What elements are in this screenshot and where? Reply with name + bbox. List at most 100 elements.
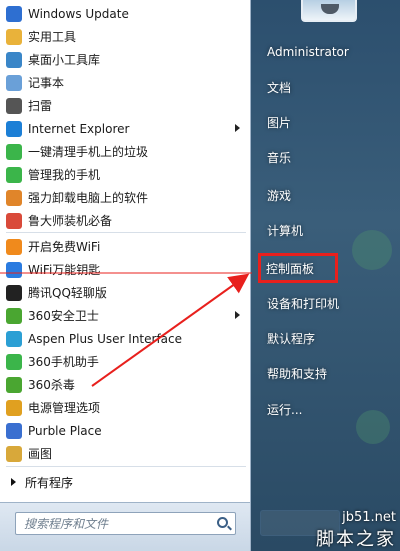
user-picture[interactable] (301, 0, 357, 22)
place-item-label: 音乐 (267, 150, 292, 165)
program-item[interactable]: 360杀毒 (0, 373, 250, 396)
paint-icon (6, 445, 22, 462)
program-item-label: Windows Update (28, 6, 129, 21)
place-item[interactable]: 音乐 (260, 144, 388, 170)
minesweeper-icon (6, 97, 22, 114)
programs-pane: 所有程序 Windows Update 实用工具桌面小工具库 记事本扫雷 Intern… (0, 0, 251, 503)
place-item-label: 运行... (267, 402, 303, 417)
program-item[interactable]: 实用工具 (0, 25, 250, 48)
qq-penguin-icon (6, 284, 22, 301)
program-item[interactable]: 鲁大师装机必备 (0, 209, 250, 232)
internet-explorer-icon (6, 120, 22, 137)
watermark-name: 脚本之家 (316, 529, 396, 550)
search-input[interactable] (16, 513, 211, 534)
program-item-label: Purble Place (28, 423, 102, 438)
purble-place-icon (6, 422, 22, 439)
program-item-label: 实用工具 (28, 30, 77, 44)
gadgets-icon (6, 51, 22, 68)
all-programs-label: 所有程序 (25, 475, 74, 490)
program-item[interactable]: 360手机助手 (0, 350, 250, 373)
program-item[interactable]: WiFi万能钥匙 (0, 258, 250, 281)
program-item-label: 开启免费WiFi (28, 240, 101, 254)
place-item-label: 设备和打印机 (267, 296, 340, 311)
program-item[interactable]: 电源管理选项 (0, 396, 250, 419)
program-item-label: 记事本 (28, 76, 65, 90)
program-item-label: 电源管理选项 (28, 401, 101, 415)
notepad-icon (6, 74, 22, 91)
program-item-label: 360杀毒 (28, 378, 75, 392)
place-item[interactable]: 帮助和支持 (260, 360, 388, 386)
place-item[interactable]: 控制面板 (258, 253, 338, 283)
program-item-label: WiFi万能钥匙 (28, 263, 101, 277)
program-item-label: 强力卸载电脑上的软件 (28, 191, 149, 205)
boat-icon (321, 4, 339, 14)
program-item[interactable]: 桌面小工具库 (0, 48, 250, 71)
power-options-icon (6, 399, 22, 416)
place-item[interactable]: Administrator (260, 39, 388, 65)
place-item-label: 计算机 (267, 223, 304, 238)
program-item-label: Internet Explorer (28, 121, 130, 136)
wifi-key-icon (6, 261, 22, 278)
program-item-label: 鲁大师装机必备 (28, 214, 113, 228)
360-phone-icon (6, 353, 22, 370)
place-item-label: 游戏 (267, 188, 292, 203)
place-item-label: Administrator (267, 45, 349, 59)
program-item[interactable]: 管理我的手机 (0, 163, 250, 186)
place-item-label: 图片 (267, 115, 292, 130)
program-item-label: 360安全卫士 (28, 309, 99, 323)
program-item[interactable]: Purble Place (0, 419, 250, 442)
place-item[interactable]: 文档 (260, 74, 388, 100)
place-item-label: 默认程序 (267, 331, 316, 346)
separator (6, 232, 246, 233)
place-item-label: 帮助和支持 (267, 366, 328, 381)
360-safe-icon (6, 307, 22, 324)
program-item[interactable]: 360安全卫士 (0, 304, 250, 327)
program-item-label: 画图 (28, 447, 53, 461)
program-item-label: 腾讯QQ轻聊版 (28, 286, 107, 300)
place-item[interactable]: 默认程序 (260, 325, 388, 351)
program-item[interactable]: 记事本 (0, 71, 250, 94)
place-item[interactable]: 计算机 (260, 217, 388, 243)
search-area (0, 503, 251, 551)
program-item[interactable]: Windows Update (0, 2, 250, 25)
program-item-label: 管理我的手机 (28, 168, 101, 182)
360-antivirus-icon (6, 376, 22, 393)
program-item[interactable]: 强力卸载电脑上的软件 (0, 186, 250, 209)
program-item[interactable]: 开启免费WiFi (0, 235, 250, 258)
place-item[interactable]: 游戏 (260, 182, 388, 208)
places-pane: Administrator 文档图片音乐游戏计算机控制面板设备和打印机 默认程序帮助… (252, 0, 400, 551)
place-item[interactable]: 设备和打印机 (260, 290, 388, 316)
windows-update-icon (6, 5, 22, 22)
program-item[interactable]: Internet Explorer (0, 117, 250, 140)
all-programs-button[interactable]: 所有程序 (0, 470, 250, 494)
place-item-label: 控制面板 (266, 261, 315, 276)
phone-cleaner-icon (6, 143, 22, 160)
place-item[interactable]: 运行... (260, 396, 388, 422)
program-item[interactable]: 一键清理手机上的垃圾 (0, 140, 250, 163)
submenu-arrow-icon (235, 124, 240, 132)
program-item-label: Aspen Plus User Interface (28, 331, 183, 346)
program-item[interactable]: 画图 (0, 442, 250, 465)
program-item[interactable]: 腾讯QQ轻聊版 (0, 281, 250, 304)
place-item[interactable]: 图片 (260, 109, 388, 135)
aspen-plus-icon (6, 330, 22, 347)
phone-manager-icon (6, 166, 22, 183)
ludashi-icon (6, 212, 22, 229)
folder-icon (6, 28, 22, 45)
uninstaller-icon (6, 189, 22, 206)
watermark: jb51.net 脚本之家 (256, 510, 396, 551)
separator (6, 466, 246, 467)
program-item-label: 扫雷 (28, 99, 53, 113)
submenu-arrow-icon (235, 311, 240, 319)
start-menu: 所有程序 Windows Update 实用工具桌面小工具库 记事本扫雷 Intern… (0, 0, 400, 551)
program-item-label: 桌面小工具库 (28, 53, 101, 67)
place-item-label: 文档 (267, 80, 292, 95)
program-item[interactable]: Aspen Plus User Interface (0, 327, 250, 350)
search-icon[interactable] (217, 517, 228, 528)
program-item-label: 一键清理手机上的垃圾 (28, 145, 149, 159)
search-box[interactable] (15, 512, 236, 535)
program-item-label: 360手机助手 (28, 355, 99, 369)
wifi-icon (6, 238, 22, 255)
triangle-right-icon (11, 478, 16, 486)
program-item[interactable]: 扫雷 (0, 94, 250, 117)
